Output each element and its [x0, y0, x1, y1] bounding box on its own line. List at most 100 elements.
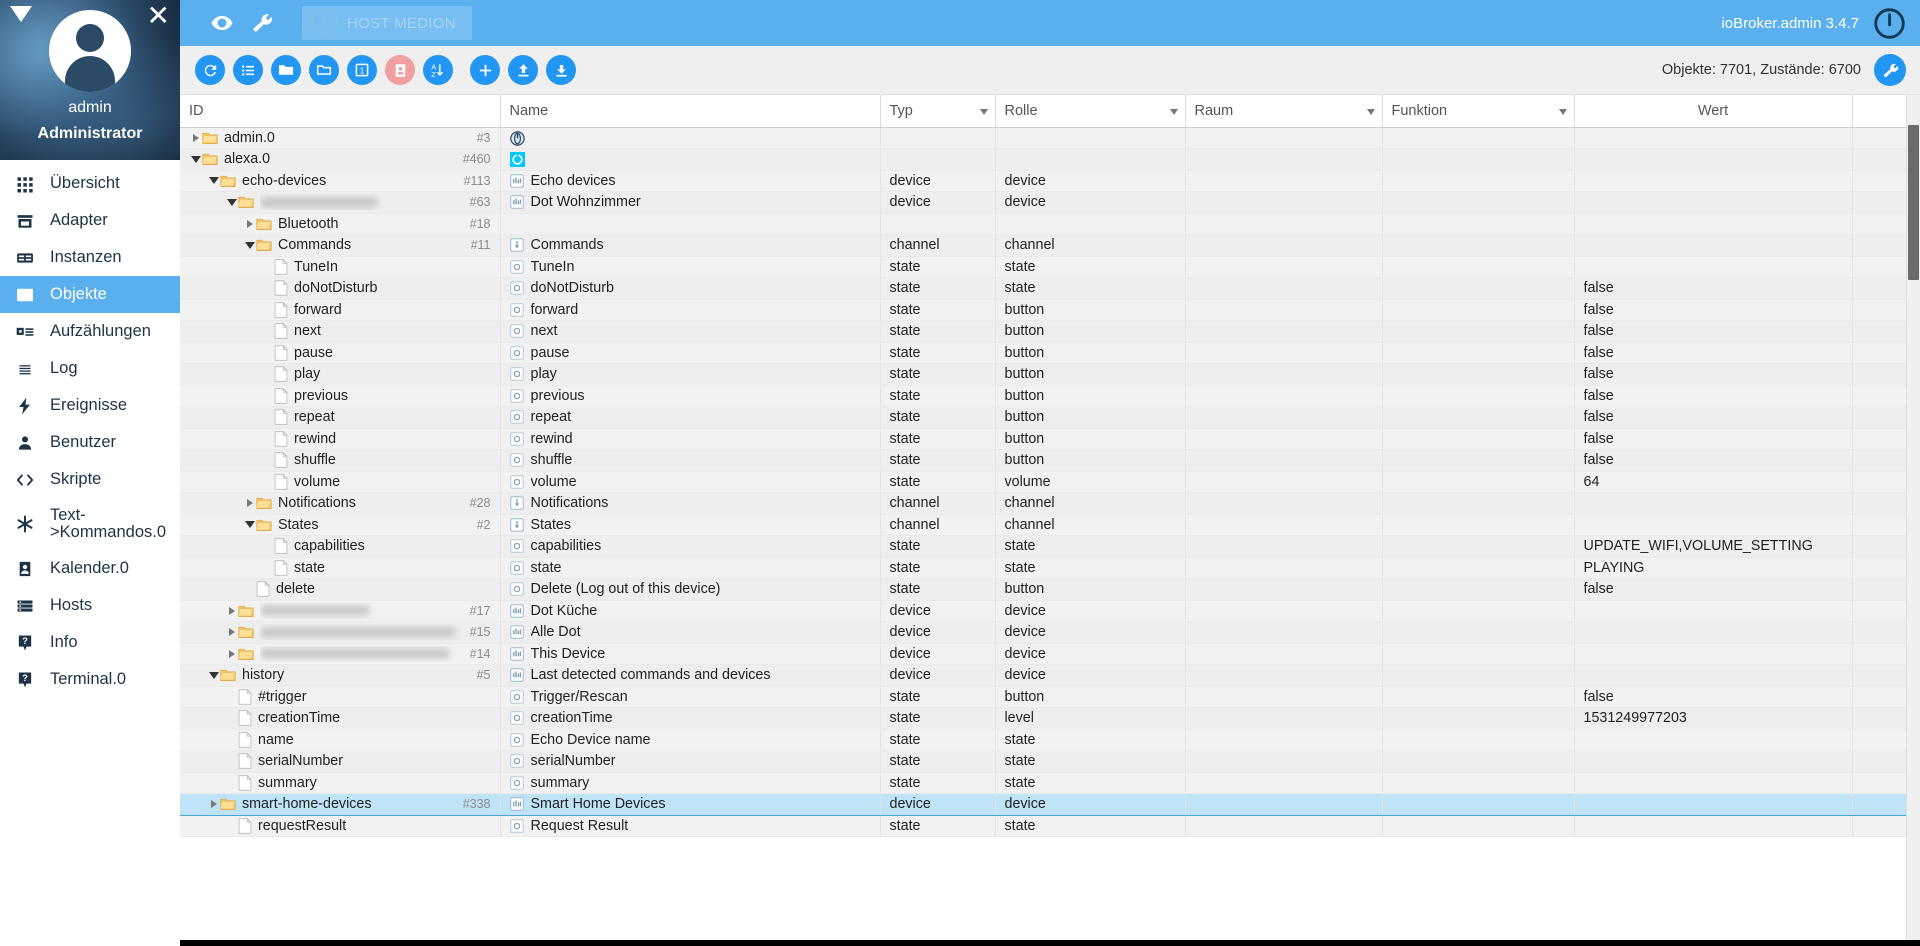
- table-row[interactable]: alexa.0 #460: [180, 148, 1920, 171]
- expand-triangle-icon[interactable]: [243, 219, 256, 228]
- table-row[interactable]: summary summary state state: [180, 772, 1920, 794]
- table-row[interactable]: requestResult Request Result state state: [180, 815, 1920, 837]
- upload-icon: [515, 62, 532, 79]
- sidebar-item-bersicht[interactable]: Übersicht: [0, 165, 180, 202]
- column-filter-caret-icon[interactable]: [1169, 108, 1178, 115]
- column-header-typ[interactable]: Typ: [880, 95, 996, 128]
- table-row[interactable]: Commands #11 Commands channel channel: [180, 234, 1920, 257]
- cell-wert: [1574, 148, 1853, 171]
- table-row[interactable]: redacted #17 Dot Küche devicedevice: [180, 600, 1920, 622]
- collapse-triangle-icon[interactable]: [225, 198, 238, 206]
- expand-triangle-icon[interactable]: [225, 649, 238, 658]
- add-object-button[interactable]: [470, 55, 500, 85]
- table-row[interactable]: redacted #63 Dot Wohnzimmer devicedevice: [180, 191, 1920, 214]
- sidebar-item-skripte[interactable]: Skripte: [0, 461, 180, 498]
- table-row[interactable]: repeat repeat state button false: [180, 406, 1920, 429]
- table-row[interactable]: shuffle shuffle state button false: [180, 449, 1920, 472]
- table-row[interactable]: TuneIn TuneIn state state: [180, 256, 1920, 278]
- host-selector[interactable]: HOST MEDION: [302, 6, 472, 40]
- column-header-id[interactable]: ID: [180, 95, 501, 128]
- column-filter-caret-icon[interactable]: [1366, 108, 1375, 115]
- cell-rolle: channel: [995, 514, 1186, 536]
- expand-list-button[interactable]: [233, 55, 263, 85]
- table-row[interactable]: capabilities capabilities state state UPDATE…: [180, 535, 1920, 558]
- vertical-scrollbar[interactable]: [1906, 95, 1920, 946]
- table-row[interactable]: Bluetooth #18: [180, 213, 1920, 235]
- sidebar-item-kalender-0[interactable]: Kalender.0: [0, 550, 180, 587]
- wrench-icon[interactable]: [242, 0, 282, 46]
- expand-triangle-icon[interactable]: [189, 133, 202, 142]
- refresh-button[interactable]: [195, 55, 225, 85]
- collapse-triangle-icon[interactable]: [189, 155, 202, 163]
- table-row[interactable]: redacted #14 This Device devicedevice: [180, 643, 1920, 665]
- table-row[interactable]: pause pause state button false: [180, 342, 1920, 364]
- column-header-wert[interactable]: Wert: [1574, 95, 1853, 128]
- column-header-rolle[interactable]: Rolle: [995, 95, 1186, 128]
- column-header-raum[interactable]: Raum: [1185, 95, 1383, 128]
- sidebar-item-ereignisse[interactable]: Ereignisse: [0, 387, 180, 424]
- expand-triangle-icon[interactable]: [225, 606, 238, 615]
- collapse-triangle-icon[interactable]: [207, 671, 220, 679]
- table-row[interactable]: echo-devices #113 Echo devices device device: [180, 170, 1920, 192]
- user-icon: [14, 432, 36, 454]
- export-button[interactable]: [546, 55, 576, 85]
- expand-triangle-icon[interactable]: [225, 628, 238, 637]
- scrollbar-thumb[interactable]: [1908, 125, 1919, 280]
- row-value-label: false: [1583, 301, 1614, 318]
- sidebar-item-label: Adapter: [50, 211, 108, 229]
- collapse-triangle-icon[interactable]: [243, 241, 256, 249]
- table-row[interactable]: smart-home-devices #338 Smart Home Devices…: [180, 793, 1920, 816]
- table-row[interactable]: Notifications #28 Notifications channel chan…: [180, 492, 1920, 515]
- table-row[interactable]: States #2 States channel channel: [180, 514, 1920, 536]
- sidebar-item-hosts[interactable]: Hosts: [0, 587, 180, 624]
- table-row[interactable]: name Echo Device name state state: [180, 729, 1920, 751]
- table-row[interactable]: serialNumber serialNumber state state: [180, 750, 1920, 773]
- close-icon[interactable]: ✕: [147, 2, 170, 30]
- sort-az-button[interactable]: AZ: [423, 55, 453, 85]
- objects-table-container[interactable]: IDNameTypRolleRaumFunktionWertEinstellur…: [180, 95, 1920, 946]
- settings-button[interactable]: [1874, 54, 1906, 86]
- sidebar-item-info[interactable]: ? Info: [0, 624, 180, 661]
- table-row[interactable]: redacted #15 Alle Dot devicedevice: [180, 621, 1920, 644]
- expand-triangle-icon[interactable]: [243, 499, 256, 508]
- column-header-funktion[interactable]: Funktion: [1382, 95, 1575, 128]
- sidebar-item-objekte[interactable]: Objekte: [0, 276, 180, 313]
- table-row[interactable]: forward forward state button false: [180, 299, 1920, 321]
- table-row[interactable]: state state state state PLAYING: [180, 557, 1920, 579]
- menu-collapse-icon[interactable]: [10, 6, 32, 22]
- power-icon[interactable]: [1873, 7, 1906, 40]
- sidebar-item-aufz-hlungen[interactable]: Aufzählungen: [0, 313, 180, 350]
- collapse-all-button[interactable]: [309, 55, 339, 85]
- sidebar-item-adapter[interactable]: Adapter: [0, 202, 180, 239]
- table-row[interactable]: history #5 Last detected commands and devi…: [180, 664, 1920, 687]
- sidebar-item-log[interactable]: Log: [0, 350, 180, 387]
- import-button[interactable]: [508, 55, 538, 85]
- row-id-label: play: [294, 366, 321, 383]
- table-row[interactable]: delete Delete (Log out of this device) sta…: [180, 578, 1920, 601]
- table-row[interactable]: #trigger Trigger/Rescan state button false: [180, 686, 1920, 708]
- power-info-icon: [310, 6, 340, 41]
- sidebar-item-terminal-0[interactable]: ? Terminal.0: [0, 661, 180, 698]
- collapse-triangle-icon[interactable]: [243, 521, 256, 529]
- column-filter-caret-icon[interactable]: [1558, 108, 1567, 115]
- table-row[interactable]: rewind rewind state button false: [180, 428, 1920, 450]
- table-row[interactable]: previous previous state button false: [180, 385, 1920, 407]
- expand-all-button[interactable]: [271, 55, 301, 85]
- eye-icon[interactable]: [202, 0, 242, 46]
- sidebar-item-text-kommandos-0[interactable]: Text- >Kommandos.0: [0, 498, 180, 550]
- column-header-name[interactable]: Name: [500, 95, 881, 128]
- cell-wert: [1574, 492, 1853, 515]
- acl-button[interactable]: [385, 55, 415, 85]
- sidebar-item-benutzer[interactable]: Benutzer: [0, 424, 180, 461]
- expand-triangle-icon[interactable]: [207, 800, 220, 809]
- sidebar-item-instanzen[interactable]: Instanzen: [0, 239, 180, 276]
- table-row[interactable]: doNotDisturb doNotDisturb state state false: [180, 277, 1920, 300]
- table-row[interactable]: next next state button false: [180, 320, 1920, 343]
- table-row[interactable]: admin.0 #3: [180, 127, 1920, 149]
- column-filter-caret-icon[interactable]: [979, 108, 988, 115]
- table-row[interactable]: play play state button false: [180, 363, 1920, 386]
- expand-one-level-button[interactable]: 1: [347, 55, 377, 85]
- table-row[interactable]: creationTime creationTime state level 153124…: [180, 707, 1920, 730]
- collapse-triangle-icon[interactable]: [207, 177, 220, 185]
- table-row[interactable]: volume volume state volume 64: [180, 471, 1920, 493]
